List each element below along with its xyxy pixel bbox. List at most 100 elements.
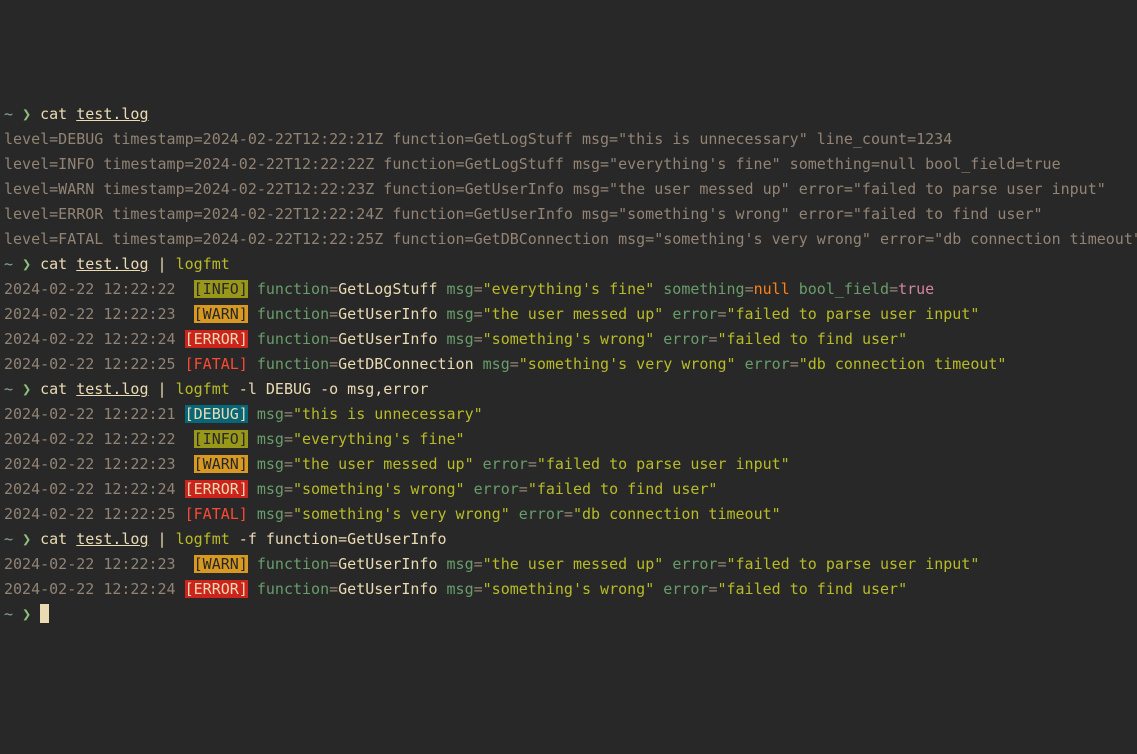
timestamp: 2024-02-22 12:22:23	[4, 555, 176, 573]
equals-sign: =	[284, 455, 293, 473]
log-value: "this is unnecessary"	[293, 405, 483, 423]
timestamp: 2024-02-22 12:22:24	[4, 480, 176, 498]
prompt-arrow-icon: ❯	[22, 605, 40, 623]
equals-sign: =	[528, 455, 537, 473]
filename: test.log	[76, 530, 148, 548]
log-key: bool_field	[799, 280, 889, 298]
log-key: msg	[257, 405, 284, 423]
log-value: GetUserInfo	[338, 580, 437, 598]
log-key: error	[474, 480, 519, 498]
equals-sign: =	[889, 280, 898, 298]
log-value: "failed to parse user input"	[537, 455, 790, 473]
timestamp: 2024-02-22 12:22:25	[4, 505, 176, 523]
equals-sign: =	[329, 580, 338, 598]
level-badge-debug: [DEBUG]	[185, 405, 248, 423]
log-value: "something's very wrong"	[519, 355, 736, 373]
level-badge-error: [ERROR]	[185, 480, 248, 498]
raw-log-line: level=DEBUG timestamp=2024-02-22T12:22:2…	[4, 127, 1133, 152]
level-badge-error: [ERROR]	[185, 580, 248, 598]
terminal-output: ~ ❯ cat test.loglevel=DEBUG timestamp=20…	[4, 102, 1133, 627]
prompt-line[interactable]: ~ ❯ cat test.log | logfmt -f function=Ge…	[4, 527, 1133, 552]
filename: test.log	[76, 380, 148, 398]
equals-sign: =	[284, 505, 293, 523]
prompt-line[interactable]: ~ ❯	[4, 602, 1133, 627]
log-value: "failed to find user"	[717, 330, 907, 348]
log-value: "the user messed up"	[293, 455, 474, 473]
prompt-line[interactable]: ~ ❯ cat test.log | logfmt	[4, 252, 1133, 277]
logfmt-flags: -f function=GetUserInfo	[230, 530, 447, 548]
filename: test.log	[76, 105, 148, 123]
log-value: "everything's fine"	[483, 280, 655, 298]
prompt-line[interactable]: ~ ❯ cat test.log | logfmt -l DEBUG -o ms…	[4, 377, 1133, 402]
raw-log-line: level=ERROR timestamp=2024-02-22T12:22:2…	[4, 202, 1133, 227]
timestamp: 2024-02-22 12:22:22	[4, 430, 176, 448]
cursor[interactable]	[40, 604, 49, 623]
log-value: GetUserInfo	[338, 330, 437, 348]
prompt-arrow-icon: ❯	[22, 380, 40, 398]
log-key: function	[257, 305, 329, 323]
log-value: "db connection timeout"	[799, 355, 1007, 373]
log-line: 2024-02-22 12:22:25 [FATAL] msg="somethi…	[4, 502, 1133, 527]
log-key: msg	[257, 455, 284, 473]
prompt-home: ~	[4, 255, 22, 273]
prompt-arrow-icon: ❯	[22, 105, 40, 123]
log-value: null	[754, 280, 790, 298]
equals-sign: =	[329, 555, 338, 573]
equals-sign: =	[329, 280, 338, 298]
timestamp: 2024-02-22 12:22:23	[4, 305, 176, 323]
cat-command: cat	[40, 530, 76, 548]
log-key: error	[519, 505, 564, 523]
log-key: msg	[447, 330, 474, 348]
log-line: 2024-02-22 12:22:23 [WARN] msg="the user…	[4, 452, 1133, 477]
logfmt-command: logfmt	[176, 380, 230, 398]
log-value: "the user messed up"	[483, 555, 664, 573]
pipe: |	[149, 255, 176, 273]
log-line: 2024-02-22 12:22:24 [ERROR] msg="somethi…	[4, 477, 1133, 502]
level-badge-warn: [WARN]	[194, 555, 248, 573]
log-key: msg	[483, 355, 510, 373]
raw-log-line: level=INFO timestamp=2024-02-22T12:22:22…	[4, 152, 1133, 177]
log-line: 2024-02-22 12:22:24 [ERROR] function=Get…	[4, 577, 1133, 602]
equals-sign: =	[790, 355, 799, 373]
equals-sign: =	[284, 430, 293, 448]
log-value: "something's very wrong"	[293, 505, 510, 523]
log-value: "the user messed up"	[483, 305, 664, 323]
level-badge-warn: [WARN]	[194, 305, 248, 323]
equals-sign: =	[329, 305, 338, 323]
log-key: function	[257, 280, 329, 298]
cat-command: cat	[40, 255, 76, 273]
log-key: something	[663, 280, 744, 298]
equals-sign: =	[329, 355, 338, 373]
timestamp: 2024-02-22 12:22:21	[4, 405, 176, 423]
raw-log-line: level=FATAL timestamp=2024-02-22T12:22:2…	[4, 227, 1133, 252]
equals-sign: =	[284, 480, 293, 498]
equals-sign: =	[474, 555, 483, 573]
raw-log-line: level=WARN timestamp=2024-02-22T12:22:23…	[4, 177, 1133, 202]
equals-sign: =	[564, 505, 573, 523]
log-line: 2024-02-22 12:22:23 [WARN] function=GetU…	[4, 552, 1133, 577]
level-badge-info: [INFO]	[194, 280, 248, 298]
equals-sign: =	[717, 555, 726, 573]
log-key: function	[257, 555, 329, 573]
log-key: msg	[257, 480, 284, 498]
prompt-home: ~	[4, 605, 22, 623]
log-value: GetLogStuff	[338, 280, 437, 298]
prompt-line[interactable]: ~ ❯ cat test.log	[4, 102, 1133, 127]
log-value: GetUserInfo	[338, 305, 437, 323]
log-value: "something's wrong"	[483, 330, 655, 348]
log-key: function	[257, 580, 329, 598]
log-key: function	[257, 355, 329, 373]
log-key: msg	[447, 580, 474, 598]
log-value: GetDBConnection	[338, 355, 473, 373]
prompt-home: ~	[4, 530, 22, 548]
log-value: GetUserInfo	[338, 555, 437, 573]
log-value: "failed to find user"	[528, 480, 718, 498]
timestamp: 2024-02-22 12:22:25	[4, 355, 176, 373]
equals-sign: =	[474, 580, 483, 598]
log-line: 2024-02-22 12:22:22 [INFO] msg="everythi…	[4, 427, 1133, 452]
logfmt-flags: -l DEBUG -o msg,error	[230, 380, 429, 398]
log-line: 2024-02-22 12:22:24 [ERROR] function=Get…	[4, 327, 1133, 352]
prompt-home: ~	[4, 105, 22, 123]
log-line: 2024-02-22 12:22:25 [FATAL] function=Get…	[4, 352, 1133, 377]
logfmt-command: logfmt	[176, 530, 230, 548]
